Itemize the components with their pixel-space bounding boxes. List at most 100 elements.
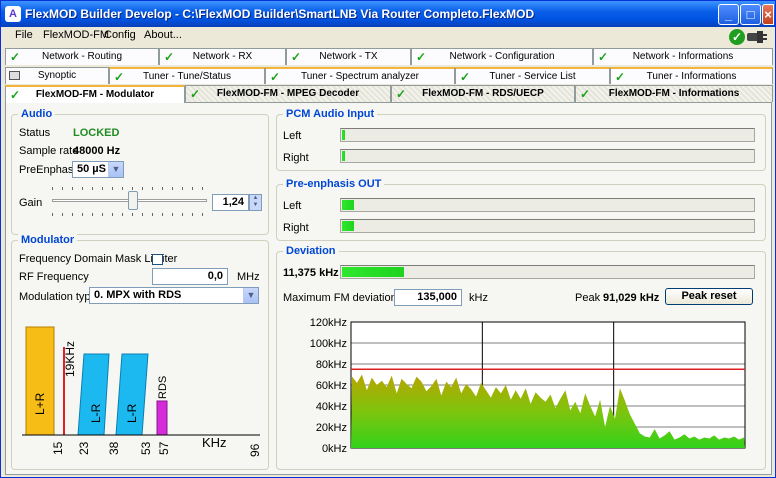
tab-flexmod-mpeg-decoder[interactable]: ✓ FlexMOD-FM - MPEG Decoder — [185, 85, 391, 102]
y-tick-label: 60kHz — [316, 380, 347, 392]
modulator-group: Modulator Frequency Domain Mask Limiter … — [11, 234, 269, 470]
main-window: A FlexMOD Builder Develop - C:\FlexMOD B… — [0, 0, 776, 478]
app-icon: A — [5, 6, 21, 22]
tab-tuner-tune-status[interactable]: ✓ Tuner - Tune/Status — [109, 67, 265, 84]
rf-frequency-label: RF Frequency — [19, 271, 89, 283]
modulator-title: Modulator — [18, 234, 78, 246]
modulation-type-select[interactable]: 0. MPX with RDS ▼ — [89, 287, 259, 304]
preemph-title: Pre-enphasis OUT — [283, 178, 385, 190]
close-button[interactable]: × — [762, 4, 774, 25]
max-deviation-label: Maximum FM deviation — [283, 292, 397, 304]
window-title: FlexMOD Builder Develop - C:\FlexMOD Bui… — [25, 7, 535, 21]
modulator-panel: Audio Status LOCKED Sample rate 48000 Hz… — [5, 102, 772, 475]
tab-tuner-informations[interactable]: ✓ Tuner - Informations — [610, 67, 773, 84]
tab-network-rx[interactable]: ✓ Network - RX — [159, 48, 286, 65]
chevron-down-icon: ▼ — [108, 162, 123, 177]
pcm-left-label: Left — [283, 130, 302, 142]
preemphasis-out-group: Pre-enphasis OUT Left Right — [276, 178, 766, 241]
tab-network-tx[interactable]: ✓ Network - TX — [286, 48, 411, 65]
plug-icon — [747, 31, 767, 43]
pilot-label: 19KHz — [63, 341, 77, 377]
pcm-left-meter — [340, 128, 755, 142]
minimize-button[interactable]: _ — [718, 4, 739, 25]
y-tick-label: 100kHz — [310, 338, 347, 350]
spectrum-unit: KHz — [202, 435, 227, 450]
usb-label: L-R — [125, 403, 139, 423]
max-deviation-input[interactable]: 135,000 — [394, 289, 462, 306]
menu-bar: File FlexMOD-FM Config About... — [1, 27, 775, 45]
menu-flexmod-fm[interactable]: FlexMOD-FM — [43, 29, 109, 41]
preemph-left-label: Left — [283, 200, 302, 212]
deviation-group: Deviation 11,375 kHz Maximum FM deviatio… — [276, 245, 766, 470]
max-deviation-unit: kHz — [469, 292, 488, 304]
menu-config[interactable]: Config — [104, 29, 136, 41]
sample-rate-value: 48000 Hz — [73, 145, 121, 157]
y-tick-label: 40kHz — [316, 401, 347, 413]
rds-label: RDS — [157, 376, 169, 399]
mpx-spectrum-diagram: L+R 19KHz L-R L-R RDS 15 23 38 53 57 KHz… — [22, 326, 262, 457]
preemph-left-meter — [340, 198, 755, 212]
pcm-left-fill — [342, 130, 345, 140]
preemph-left-fill — [342, 200, 354, 210]
maximize-button[interactable]: □ — [740, 4, 761, 25]
tab-tuner-spectrum-analyzer[interactable]: ✓ Tuner - Spectrum analyzer — [265, 67, 455, 84]
rf-frequency-input[interactable]: 0,0 — [152, 268, 228, 285]
gain-slider-thumb[interactable] — [128, 191, 138, 210]
sample-rate-label: Sample rate — [19, 145, 79, 157]
tab-tuner-service-list[interactable]: ✓ Tuner - Service List — [455, 67, 610, 84]
audio-group: Audio Status LOCKED Sample rate 48000 Hz… — [11, 108, 269, 235]
gain-ticks-bottom — [52, 213, 203, 217]
status-value: LOCKED — [73, 127, 120, 139]
rds-block — [156, 400, 168, 436]
chevron-down-icon: ▼ — [243, 288, 258, 303]
tab-flexmod-rds-uecp[interactable]: ✓ FlexMOD-FM - RDS/UECP — [391, 85, 575, 102]
peak-reset-button[interactable]: Peak reset — [665, 288, 753, 305]
y-tick-label: 20kHz — [316, 422, 347, 434]
deviation-fill — [342, 267, 404, 277]
modulation-type-label: Modulation type — [19, 291, 97, 303]
pcm-right-meter — [340, 149, 755, 163]
gain-label: Gain — [19, 197, 43, 209]
menu-about[interactable]: About... — [144, 29, 182, 41]
title-bar: A FlexMOD Builder Develop - C:\FlexMOD B… — [1, 1, 775, 27]
tick-38: 38 — [107, 441, 121, 455]
deviation-current: 11,375 kHz — [283, 267, 339, 279]
lr-label: L+R — [33, 392, 47, 415]
preemph-right-meter — [340, 219, 755, 233]
peak-value: 91,029 kHz — [603, 292, 660, 304]
tick-53: 53 — [139, 441, 153, 455]
tab-flexmod-informations[interactable]: ✓ FlexMOD-FM - Informations — [575, 85, 773, 102]
pcm-title: PCM Audio Input — [283, 108, 378, 120]
connection-ok-icon: ✓ — [729, 29, 745, 45]
preemph-right-label: Right — [283, 222, 309, 234]
audio-title: Audio — [18, 108, 56, 120]
deviation-title: Deviation — [283, 245, 339, 257]
gain-input[interactable]: 1,24 — [212, 194, 249, 211]
gain-ticks — [52, 187, 203, 191]
tab-flexmod-modulator[interactable]: ✓ FlexMOD-FM - Modulator — [5, 85, 185, 103]
menu-file[interactable]: File — [15, 29, 33, 41]
tab-network-informations[interactable]: ✓ Network - Informations — [593, 48, 773, 65]
pcm-right-fill — [342, 151, 345, 161]
mask-limiter-checkbox[interactable] — [152, 254, 163, 265]
tab-network-routing[interactable]: ✓ Network - Routing — [5, 48, 159, 65]
peak-label: Peak — [575, 292, 601, 304]
tab-network-configuration[interactable]: ✓ Network - Configuration — [411, 48, 593, 65]
preemphasis-select[interactable]: 50 µS ▼ — [72, 161, 124, 178]
deviation-meter — [340, 265, 755, 279]
preemph-right-fill — [342, 221, 354, 231]
deviation-chart: 120kHz 100kHz 80kHz 60kHz 40kHz 20kHz 0kHz — [310, 317, 746, 455]
lsb-label: L-R — [89, 403, 103, 423]
tick-96: 96 — [248, 443, 262, 457]
tick-57: 57 — [157, 441, 171, 455]
y-tick-label: 80kHz — [316, 359, 347, 371]
gain-spinner[interactable]: ▲ ▼ — [249, 194, 262, 211]
pcm-audio-group: PCM Audio Input Left Right — [276, 108, 766, 171]
tab-synoptic[interactable]: Synoptic — [5, 67, 109, 84]
lr-block — [25, 326, 55, 436]
y-tick-label: 120kHz — [310, 317, 347, 329]
y-tick-label: 0kHz — [322, 443, 347, 455]
pcm-right-label: Right — [283, 152, 309, 164]
tick-15: 15 — [51, 441, 65, 455]
status-label: Status — [19, 127, 51, 139]
